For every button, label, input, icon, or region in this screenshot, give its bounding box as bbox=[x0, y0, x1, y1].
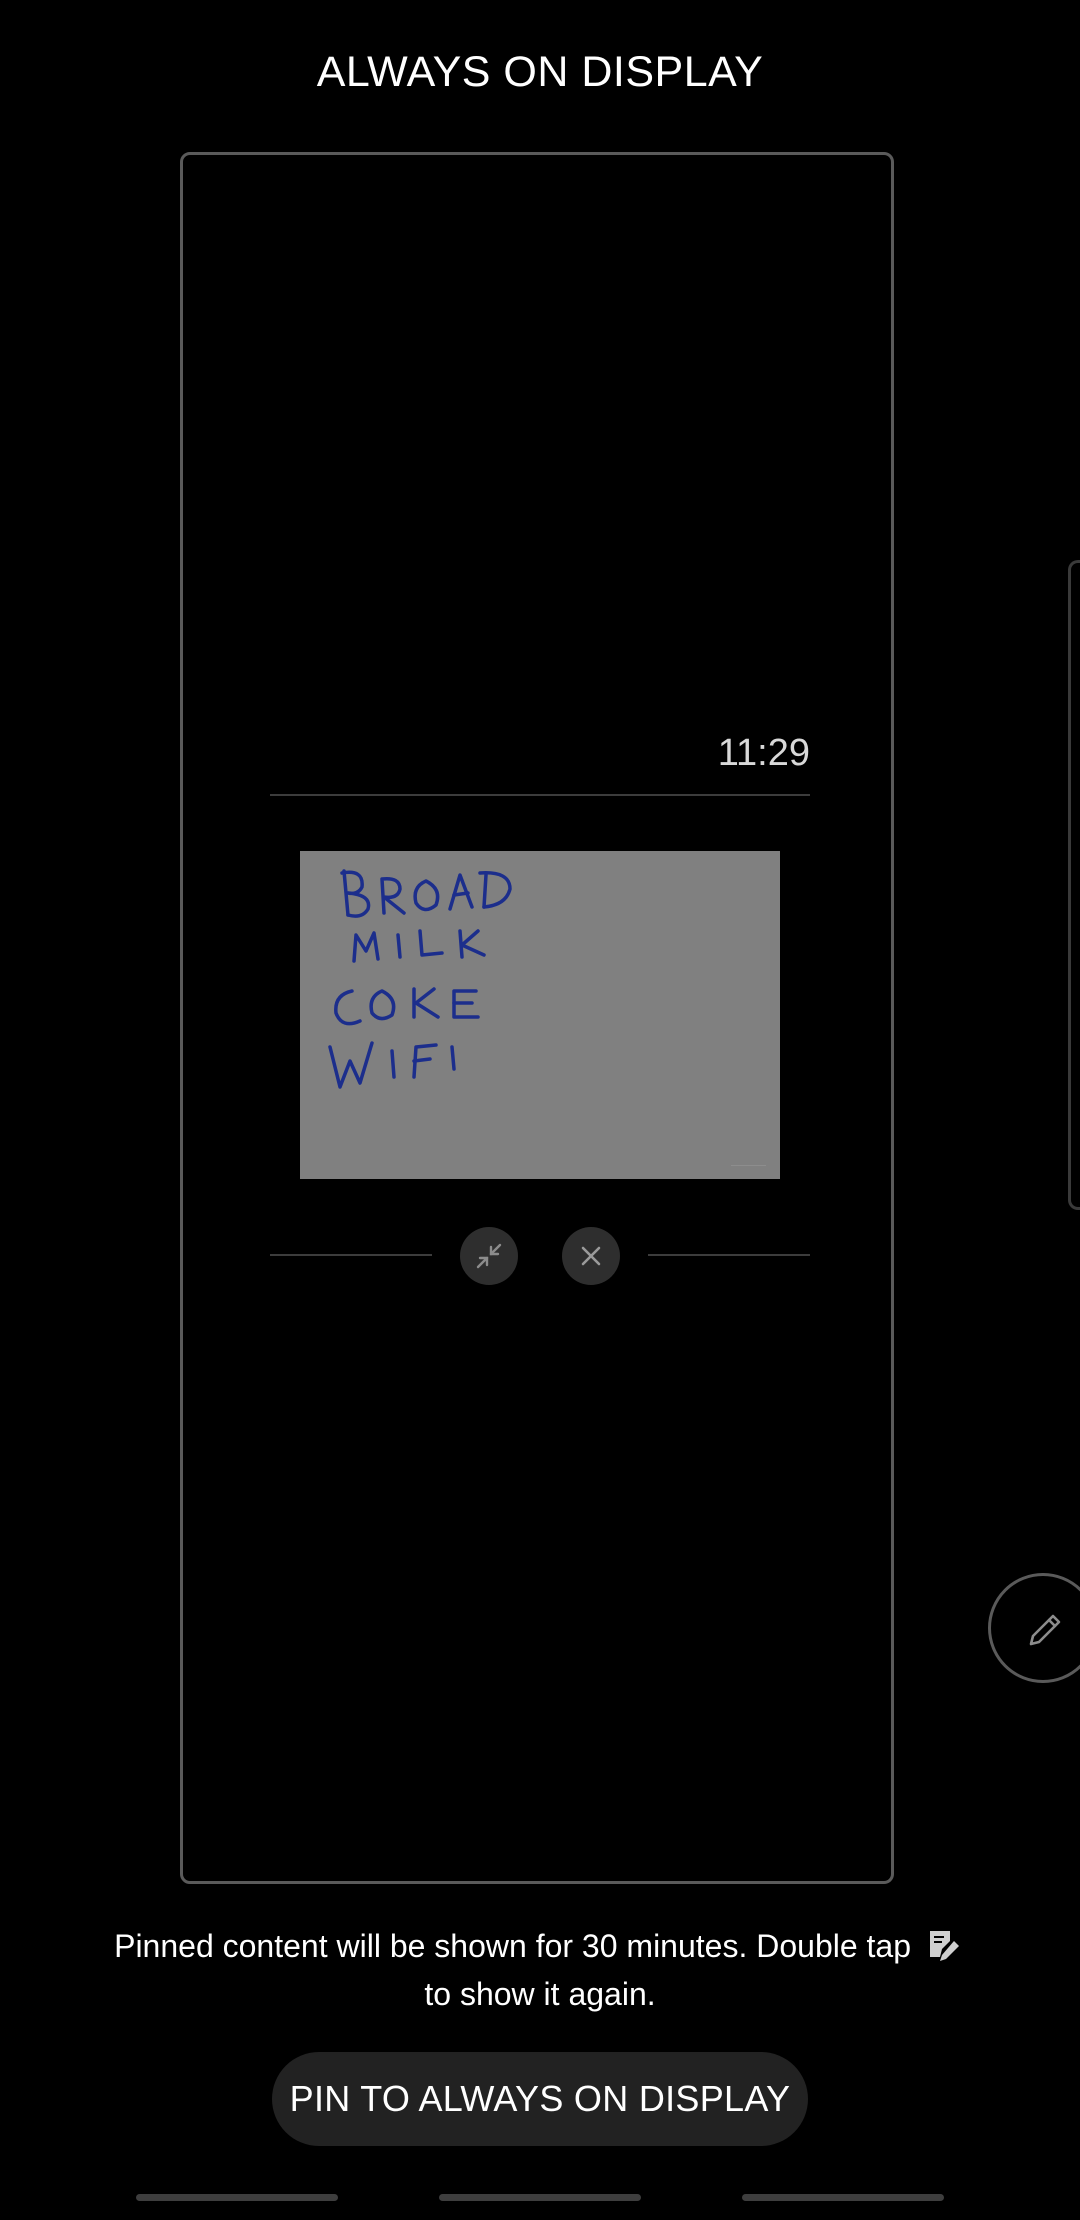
close-button[interactable] bbox=[562, 1227, 620, 1285]
pinned-info-text: Pinned content will be shown for 30 minu… bbox=[110, 1922, 970, 2018]
info-text-part-1: Pinned content will be shown for 30 minu… bbox=[114, 1928, 912, 1964]
pen-icon bbox=[1029, 1614, 1061, 1646]
pen-button[interactable] bbox=[988, 1573, 1080, 1683]
nav-gesture-hint[interactable] bbox=[439, 2194, 641, 2201]
pin-to-aod-button[interactable]: PIN TO ALWAYS ON DISPLAY bbox=[272, 2052, 808, 2146]
handwritten-memo-drawing bbox=[328, 869, 512, 1089]
clock-time: 11:29 bbox=[717, 732, 810, 774]
minimize-button[interactable] bbox=[460, 1227, 518, 1285]
pinned-memo-image: ————— bbox=[300, 851, 780, 1179]
close-icon bbox=[581, 1246, 601, 1266]
minimize-icon bbox=[476, 1243, 502, 1269]
info-text-part-2: to show it again. bbox=[424, 1976, 656, 2012]
edge-panel-handle[interactable] bbox=[1068, 560, 1080, 1210]
divider bbox=[270, 1254, 432, 1256]
memo-footnote: ————— bbox=[731, 1162, 766, 1169]
nav-gesture-hint[interactable] bbox=[136, 2194, 338, 2201]
divider bbox=[648, 1254, 810, 1256]
page-title: ALWAYS ON DISPLAY bbox=[316, 48, 764, 96]
divider bbox=[270, 794, 810, 796]
screen-write-icon bbox=[924, 1927, 962, 1965]
nav-gesture-hint[interactable] bbox=[742, 2194, 944, 2201]
